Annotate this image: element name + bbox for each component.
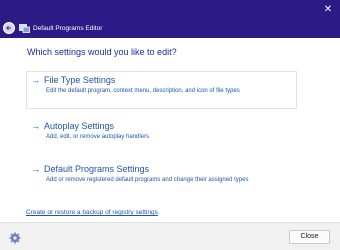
option-title: File Type Settings	[44, 75, 116, 85]
option-description: Add or remove registered default program…	[46, 177, 249, 183]
option-description: Add, edit, or remove autoplay handlers	[46, 134, 150, 140]
arrow-right-icon: →	[31, 164, 40, 174]
option-autoplay-settings[interactable]: → Autoplay Settings Add, edit, or remove …	[26, 117, 297, 155]
option-title: Autoplay Settings	[44, 121, 115, 131]
option-title: Default Programs Settings	[44, 164, 150, 174]
back-button[interactable]	[3, 22, 15, 34]
window-title: Default Programs Editor	[33, 25, 103, 32]
footer-bar: Close	[0, 222, 340, 250]
gear-icon[interactable]	[9, 232, 21, 244]
backup-registry-link[interactable]: Create or restore a backup of registry s…	[26, 209, 158, 216]
option-description: Edit the default program, context menu, …	[46, 88, 240, 94]
page-heading: Which settings would you like to edit?	[27, 47, 177, 57]
option-file-type-settings[interactable]: → File Type Settings Edit the default pro…	[26, 71, 297, 109]
title-bar: Default Programs Editor ✕	[0, 0, 340, 38]
back-arrow-icon	[6, 25, 11, 31]
close-button[interactable]: Close	[289, 230, 330, 244]
arrow-right-icon: →	[31, 121, 40, 131]
app-icon	[19, 24, 30, 33]
arrow-right-icon: →	[31, 75, 40, 85]
option-default-programs-settings[interactable]: → Default Programs Settings Add or remove…	[26, 160, 297, 198]
window-close-icon[interactable]: ✕	[322, 4, 334, 16]
